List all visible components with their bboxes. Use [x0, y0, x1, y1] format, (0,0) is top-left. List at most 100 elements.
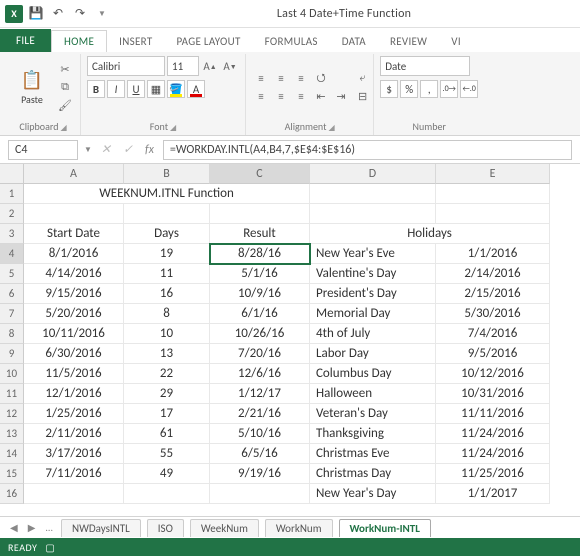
cell[interactable]: 12/1/2016	[24, 384, 124, 404]
cell[interactable]: 1/25/2016	[24, 404, 124, 424]
cell[interactable]: Start Date	[24, 224, 124, 244]
row-header-8[interactable]: 8	[0, 324, 24, 344]
cell[interactable]: 11/24/2016	[436, 424, 550, 444]
cell[interactable]	[24, 204, 124, 224]
cell[interactable]: 6/5/16	[210, 444, 310, 464]
wrap-text-button[interactable]: ⤶	[358, 70, 367, 86]
cell[interactable]: 1/1/2016	[436, 244, 550, 264]
merge-center-button[interactable]: ⊟	[358, 88, 367, 104]
align-center-icon[interactable]: ≡	[272, 88, 290, 104]
cell[interactable]: 3/17/2016	[24, 444, 124, 464]
cell[interactable]: Result	[210, 224, 310, 244]
cell[interactable]: 12/6/16	[210, 364, 310, 384]
fill-color-button[interactable]: 🪣	[167, 80, 185, 98]
column-header-C[interactable]: C	[210, 164, 310, 184]
font-color-button[interactable]: A	[187, 80, 205, 98]
cell[interactable]: Days	[124, 224, 210, 244]
cell[interactable]: Thanksgiving	[310, 424, 436, 444]
tab-formulas[interactable]: FORMULAS	[253, 31, 330, 52]
align-bottom-icon[interactable]: ≡	[292, 70, 310, 86]
row-header-12[interactable]: 12	[0, 404, 24, 424]
row-header-13[interactable]: 13	[0, 424, 24, 444]
cell[interactable]: 1/1/2017	[436, 484, 550, 504]
name-box[interactable]: C4	[8, 140, 78, 160]
cell[interactable]: Holidays	[310, 224, 550, 244]
sheet-tab-worknumintl[interactable]: WorkNum-INTL	[339, 519, 431, 537]
formula-input[interactable]	[163, 140, 572, 160]
decrease-indent-icon[interactable]: ⇤	[312, 88, 330, 104]
cell[interactable]: 49	[124, 464, 210, 484]
cell[interactable]: 17	[124, 404, 210, 424]
increase-indent-icon[interactable]: ⇥	[332, 88, 350, 104]
row-header-2[interactable]: 2	[0, 204, 24, 224]
column-header-E[interactable]: E	[436, 164, 550, 184]
cell[interactable]: 5/1/16	[210, 264, 310, 284]
column-header-A[interactable]: A	[24, 164, 124, 184]
tab-review[interactable]: REVIEW	[378, 31, 439, 52]
cell[interactable]: Columbus Day	[310, 364, 436, 384]
cell[interactable]: 7/11/2016	[24, 464, 124, 484]
number-format-select[interactable]: Date	[380, 56, 470, 76]
row-header-6[interactable]: 6	[0, 284, 24, 304]
redo-icon[interactable]: ↷	[70, 4, 90, 24]
cell[interactable]: 11/5/2016	[24, 364, 124, 384]
cell[interactable]	[210, 204, 310, 224]
fx-icon[interactable]: fx	[142, 143, 157, 157]
cell[interactable]: 11	[124, 264, 210, 284]
cell[interactable]: 10/31/2016	[436, 384, 550, 404]
paste-button[interactable]: 📋 Paste	[12, 69, 52, 106]
tab-data[interactable]: DATA	[330, 31, 378, 52]
comma-button[interactable]: ,	[420, 80, 438, 98]
row-header-7[interactable]: 7	[0, 304, 24, 324]
tab-page-layout[interactable]: PAGE LAYOUT	[164, 31, 252, 52]
cell[interactable]: 4th of July	[310, 324, 436, 344]
cell[interactable]: 10/11/2016	[24, 324, 124, 344]
cell[interactable]: 11/24/2016	[436, 444, 550, 464]
sheet-tab-iso[interactable]: ISO	[147, 519, 184, 537]
cell[interactable]: 10/26/16	[210, 324, 310, 344]
cell[interactable]: 10/9/16	[210, 284, 310, 304]
cell[interactable]: Christmas Day	[310, 464, 436, 484]
cell[interactable]: 5/20/2016	[24, 304, 124, 324]
row-header-1[interactable]: 1	[0, 184, 24, 204]
sheet-nav-next-icon[interactable]: ▶	[26, 521, 38, 534]
align-left-icon[interactable]: ≡	[252, 88, 270, 104]
cell[interactable]	[436, 184, 550, 204]
cell[interactable]	[210, 484, 310, 504]
font-name-select[interactable]: Calibri	[87, 56, 165, 76]
cell[interactable]: Valentine's Day	[310, 264, 436, 284]
cell[interactable]: 13	[124, 344, 210, 364]
title-cell[interactable]: WEEKNUM.ITNL Function	[24, 184, 310, 204]
cell[interactable]: 8	[124, 304, 210, 324]
column-header-D[interactable]: D	[310, 164, 436, 184]
sheet-tab-weeknum[interactable]: WeekNum	[190, 519, 259, 537]
cell[interactable]: 22	[124, 364, 210, 384]
format-painter-icon[interactable]: 🖌	[56, 97, 74, 113]
border-button[interactable]: ▦	[147, 80, 165, 98]
increase-font-icon[interactable]: A▲	[201, 58, 219, 74]
cell[interactable]: 10/12/2016	[436, 364, 550, 384]
worksheet-grid[interactable]: ABCDE 12345678910111213141516 WEEKNUM.IT…	[0, 164, 580, 516]
undo-icon[interactable]: ↶	[48, 4, 68, 24]
cell[interactable]	[124, 204, 210, 224]
bold-button[interactable]: B	[87, 80, 105, 98]
cell[interactable]	[124, 484, 210, 504]
cell[interactable]: 2/15/2016	[436, 284, 550, 304]
row-header-11[interactable]: 11	[0, 384, 24, 404]
align-right-icon[interactable]: ≡	[292, 88, 310, 104]
cell[interactable]	[310, 204, 436, 224]
cell[interactable]: 19	[124, 244, 210, 264]
decrease-decimal-button[interactable]: ←.0	[460, 80, 478, 98]
cell[interactable]: 8/28/16	[210, 244, 310, 264]
enter-formula-icon[interactable]: ✓	[120, 142, 136, 157]
sheet-tab-worknum[interactable]: WorkNum	[265, 519, 333, 537]
cell[interactable]: 6/1/16	[210, 304, 310, 324]
qat-dropdown-icon[interactable]: ▼	[92, 4, 112, 24]
select-all-corner[interactable]	[0, 164, 24, 184]
cell[interactable]: 4/14/2016	[24, 264, 124, 284]
cell[interactable]: 55	[124, 444, 210, 464]
percent-button[interactable]: %	[400, 80, 418, 98]
cell[interactable]: 9/15/2016	[24, 284, 124, 304]
cell[interactable]	[436, 204, 550, 224]
cell[interactable]: Veteran's Day	[310, 404, 436, 424]
